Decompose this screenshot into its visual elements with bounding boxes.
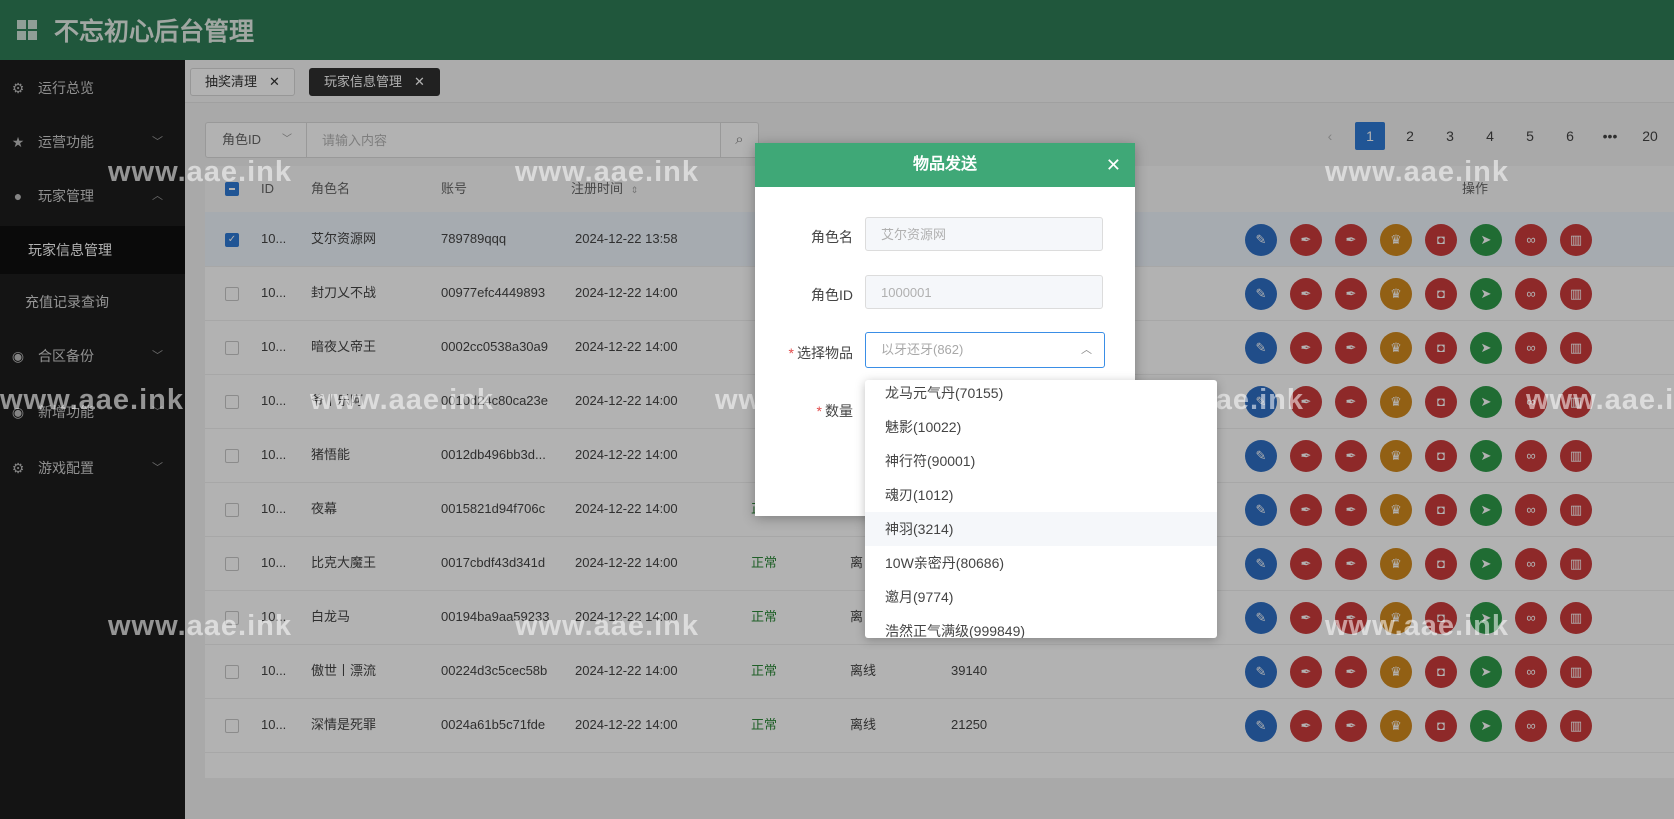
item-select-value: 以牙还牙(862) — [881, 342, 964, 357]
quantity-label: * 数量 — [755, 401, 853, 421]
chevron-up-icon: ︿ — [1081, 344, 1092, 356]
quantity-label-text: 数量 — [825, 403, 853, 419]
modal-title: 物品发送 — [912, 156, 977, 173]
watermark: www.aae.ink — [108, 610, 292, 642]
watermark: www.aae.ink — [0, 384, 184, 416]
required-mark: * — [816, 403, 822, 419]
dropdown-option[interactable]: 浩然正气满级(999849) — [865, 614, 1217, 638]
role-name-field: 艾尔资源网 — [865, 217, 1103, 251]
dropdown-option[interactable]: 神行符(90001) — [865, 444, 1217, 478]
watermark: www.aae.ink — [1325, 610, 1509, 642]
required-mark: * — [788, 345, 794, 361]
dropdown-option[interactable]: 邀月(9774) — [865, 580, 1217, 614]
role-id-field: 1000001 — [865, 275, 1103, 309]
close-icon[interactable]: ✕ — [1106, 143, 1121, 187]
watermark: www.aae.ink — [515, 156, 699, 188]
watermark: www.aae.ink — [1526, 384, 1674, 416]
role-name-label: 角色名 — [811, 229, 853, 245]
watermark: www.aae.ink — [108, 156, 292, 188]
dropdown-option[interactable]: 神羽(3214) — [865, 512, 1217, 546]
dropdown-option[interactable]: 魅影(10022) — [865, 410, 1217, 444]
watermark: www.aae.ink — [515, 610, 699, 642]
dropdown-option[interactable]: 龙马元气丹(70155) — [865, 380, 1217, 410]
dropdown-option[interactable]: 10W亲密丹(80686) — [865, 546, 1217, 580]
role-id-label: 角色ID — [811, 287, 853, 303]
dropdown-option[interactable]: 魂刃(1012) — [865, 478, 1217, 512]
watermark: www.aae.ink — [310, 384, 494, 416]
item-select-label: * 选择物品 — [755, 343, 853, 363]
item-select-label-text: 选择物品 — [797, 345, 853, 361]
item-dropdown: 龙马元气丹(70155) 魅影(10022) 神行符(90001) 魂刃(1012) 神… — [865, 380, 1217, 638]
watermark: www.aae.ink — [1325, 156, 1509, 188]
item-select[interactable]: 以牙还牙(862) ︿ — [865, 332, 1105, 368]
modal-header: 物品发送 ✕ — [755, 143, 1135, 187]
